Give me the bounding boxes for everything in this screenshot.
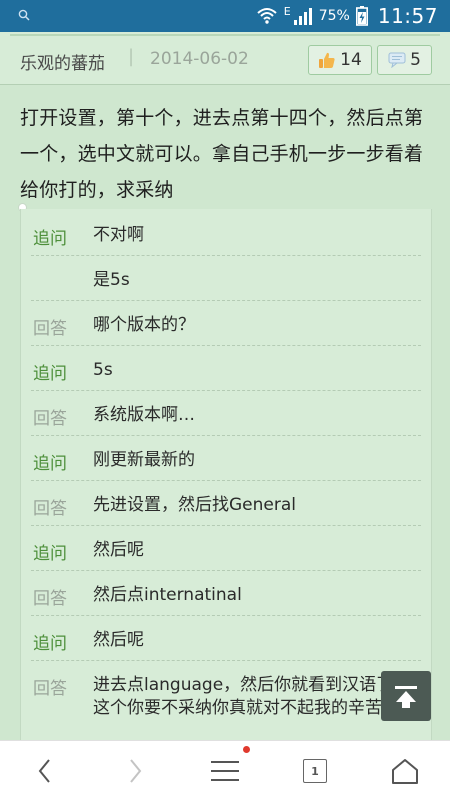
like-count: 14	[340, 50, 362, 70]
divider	[10, 34, 440, 36]
separator: |	[128, 46, 135, 67]
forward-button[interactable]	[115, 751, 155, 791]
browser-toolbar: 1	[0, 740, 450, 800]
answer-label: 回答	[33, 499, 67, 519]
home-icon	[392, 759, 418, 784]
post-date: 2014-06-02	[150, 49, 249, 69]
answer-label: 回答	[33, 589, 67, 609]
thread-item: 回答 系统版本啊…	[21, 391, 431, 436]
status-bar: E 75% 11:57	[0, 0, 450, 32]
answer-body: 打开设置，第十个，进去点第十四个，然后点第一个，选中文就可以。拿自己手机一步一步…	[20, 107, 424, 201]
network-type-label: E	[283, 4, 291, 18]
signal-icon	[293, 8, 312, 25]
scroll-top-icon	[395, 686, 417, 708]
thread-text: 进去点language，然后你就看到汉语了…这个你要不采纳你真就对不起我的辛苦了	[93, 675, 411, 718]
answer-label: 回答	[33, 319, 67, 339]
thread-text: 哪个版本的？	[93, 315, 195, 335]
thread-text: 然后点internatinal	[93, 585, 242, 605]
menu-icon	[211, 761, 239, 781]
divider	[0, 84, 450, 85]
thread-text: 先进设置，然后找General	[93, 495, 296, 515]
thread-item: 是5s	[21, 256, 431, 301]
question-label: 追问	[33, 229, 67, 249]
answer-label: 回答	[33, 679, 67, 699]
question-label: 追问	[33, 544, 67, 564]
thread-item: 追问 5s	[21, 346, 431, 391]
answer-meta-header: 乐观的蕃茄 | 2014-06-02 14 5	[0, 32, 450, 84]
thread-item: 回答 先进设置，然后找General	[21, 481, 431, 526]
question-label: 追问	[33, 454, 67, 474]
comment-button[interactable]: 5	[377, 45, 432, 75]
thread-item: 追问 不对啊	[21, 211, 431, 256]
back-button[interactable]	[25, 751, 65, 791]
thread-item: 追问 然后呢	[21, 526, 431, 571]
battery-percent: 75%	[318, 8, 350, 24]
tabs-button[interactable]: 1	[295, 751, 335, 791]
thread-text: 不对啊	[93, 225, 144, 245]
thread-text: 刚更新最新的	[93, 450, 195, 470]
thread-item: 追问 然后呢	[21, 616, 431, 661]
tab-count: 1	[303, 759, 327, 783]
battery-charging-icon	[355, 6, 368, 26]
like-button[interactable]: 14	[308, 45, 372, 75]
search-icon	[18, 9, 30, 21]
thread-text: 5s	[93, 360, 113, 380]
scroll-to-top-button[interactable]	[381, 671, 431, 721]
thread-text: 系统版本啊…	[93, 405, 195, 425]
wifi-icon	[257, 8, 277, 24]
thread-item: 回答 然后点internatinal	[21, 571, 431, 616]
notification-dot	[243, 746, 250, 753]
comment-icon	[388, 52, 406, 68]
chevron-left-icon	[38, 759, 50, 783]
question-label: 追问	[33, 634, 67, 654]
follow-up-thread: 追问 不对啊 是5s 回答 哪个版本的？ 追问 5s 回答 系统版本啊… 追问 …	[20, 209, 432, 769]
home-button[interactable]	[385, 751, 425, 791]
comment-count: 5	[410, 50, 421, 70]
thread-text: 然后呢	[93, 630, 144, 650]
thread-text: 是5s	[93, 270, 130, 290]
thread-item: 追问 刚更新最新的	[21, 436, 431, 481]
chevron-right-icon	[130, 759, 142, 783]
author-name[interactable]: 乐观的蕃茄	[20, 49, 105, 74]
thread-item: 回答 进去点language，然后你就看到汉语了…这个你要不采纳你真就对不起我的…	[21, 661, 431, 751]
menu-button[interactable]	[205, 751, 245, 791]
clock: 11:57	[377, 4, 438, 28]
thumbs-up-icon	[319, 52, 335, 68]
answer-label: 回答	[33, 409, 67, 429]
thread-item: 回答 哪个版本的？	[21, 301, 431, 346]
question-label: 追问	[33, 364, 67, 384]
thread-text: 然后呢	[93, 540, 144, 560]
